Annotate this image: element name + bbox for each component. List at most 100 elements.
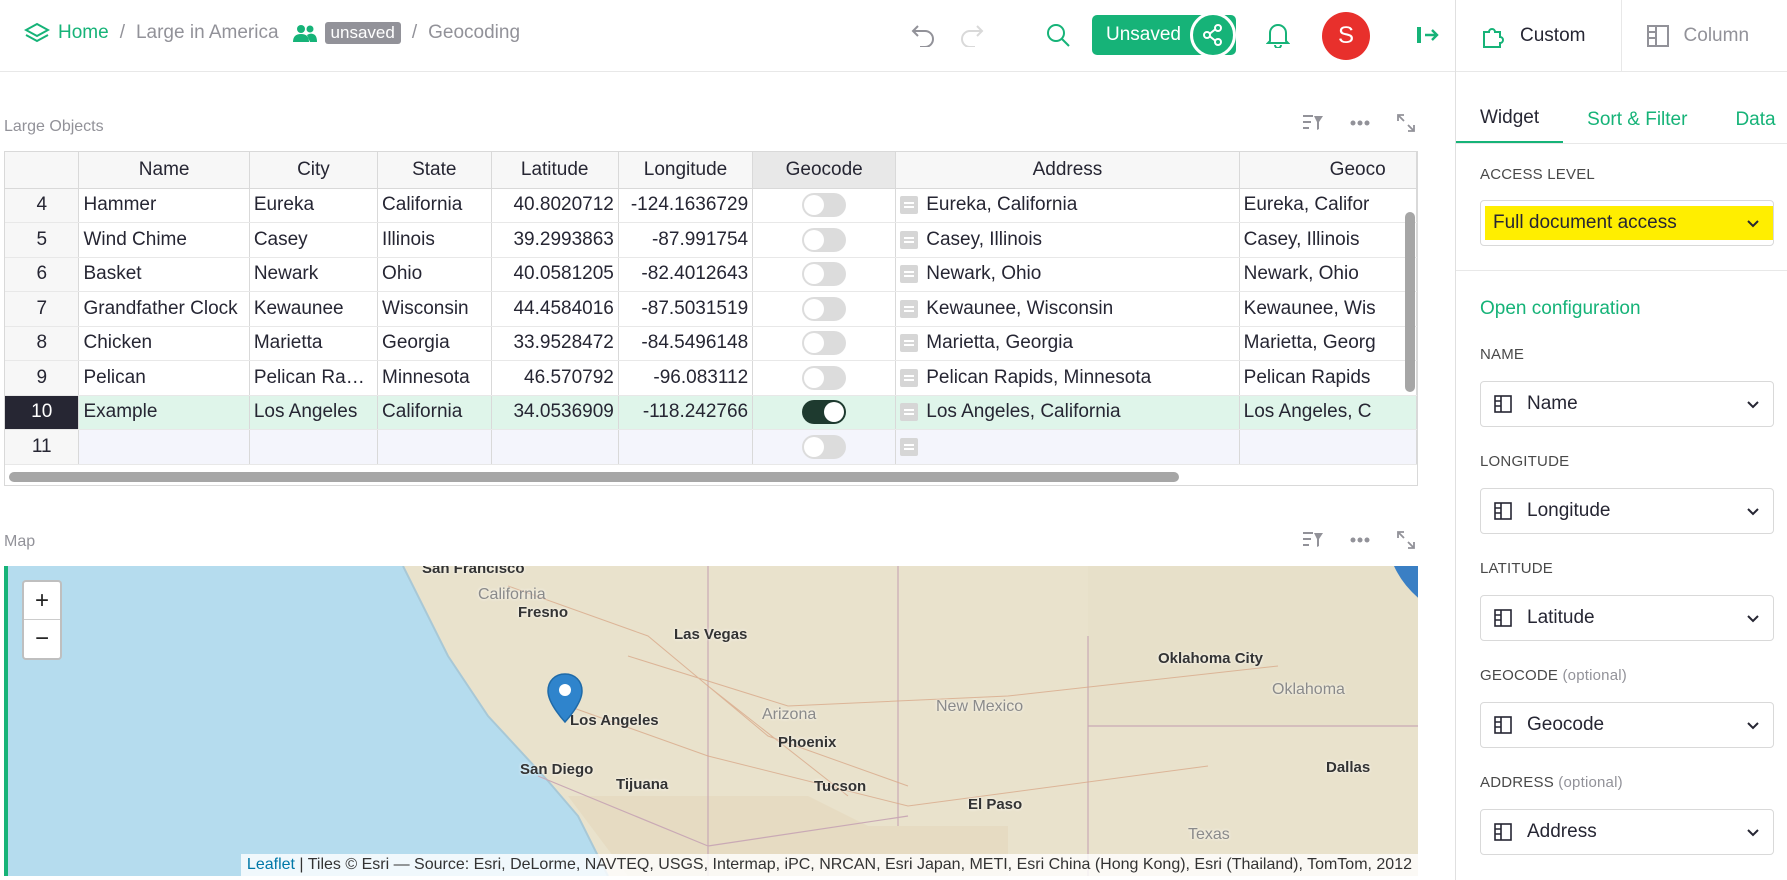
table-row[interactable]: 6 Basket Newark Ohio 40.0581205 -82.4012643 Ne… bbox=[5, 257, 1417, 292]
cell-state[interactable]: California bbox=[377, 395, 492, 430]
search-icon[interactable] bbox=[1043, 20, 1073, 50]
cell-longitude[interactable]: -87.991754 bbox=[618, 222, 754, 258]
cell-longitude[interactable]: -124.1636729 bbox=[618, 188, 754, 223]
table-row[interactable]: 7 Grandfather Clock Kewaunee Wisconsin 44.45… bbox=[5, 291, 1417, 327]
column-header[interactable]: City bbox=[249, 152, 379, 189]
cell-address[interactable]: Eureka, California bbox=[895, 188, 1240, 223]
cell-latitude[interactable]: 44.4584016 bbox=[491, 291, 619, 327]
cell-name[interactable]: Hammer bbox=[78, 188, 250, 223]
tab-custom[interactable]: Custom bbox=[1456, 0, 1622, 71]
cell-geocode[interactable] bbox=[752, 188, 897, 223]
subtab-data[interactable]: Data bbox=[1711, 109, 1787, 143]
cell-city[interactable]: Pelican Ra… bbox=[249, 360, 379, 396]
undo-icon[interactable] bbox=[908, 20, 938, 50]
cell-geocoded[interactable]: Casey, Illinois bbox=[1239, 222, 1417, 258]
sort-filter-icon[interactable] bbox=[1302, 530, 1324, 550]
breadcrumb-org[interactable]: Large in America bbox=[136, 22, 279, 44]
sort-filter-icon[interactable] bbox=[1302, 113, 1324, 133]
cell-latitude[interactable]: 34.0536909 bbox=[491, 395, 619, 430]
cell-latitude[interactable]: 40.0581205 bbox=[491, 257, 619, 292]
zoom-in-button[interactable]: + bbox=[24, 582, 60, 620]
column-header[interactable]: Address bbox=[895, 152, 1240, 189]
cell-city[interactable]: Los Angeles bbox=[249, 395, 379, 430]
avatar[interactable]: S bbox=[1322, 12, 1370, 60]
table-row[interactable]: 9 Pelican Pelican Ra… Minnesota 46.570792 -96… bbox=[5, 360, 1417, 396]
cell-name[interactable]: Pelican bbox=[78, 360, 250, 396]
cell-name[interactable] bbox=[78, 429, 250, 465]
expand-icon[interactable] bbox=[1396, 113, 1416, 133]
vertical-scrollbar[interactable] bbox=[1405, 212, 1415, 392]
cell-state[interactable]: Illinois bbox=[377, 222, 492, 258]
cell-address[interactable]: Kewaunee, Wisconsin bbox=[895, 291, 1240, 327]
cell-address[interactable]: Marietta, Georgia bbox=[895, 326, 1240, 361]
table-row[interactable]: 10 Example Los Angeles California 34.0536909… bbox=[5, 395, 1417, 430]
cell-name[interactable]: Chicken bbox=[78, 326, 250, 361]
cell-city[interactable]: Kewaunee bbox=[249, 291, 379, 327]
cell-address[interactable] bbox=[895, 429, 1240, 465]
cell-latitude[interactable] bbox=[491, 429, 619, 465]
cell-geocoded[interactable]: Eureka, Califor bbox=[1239, 188, 1417, 223]
cell-longitude[interactable]: -118.242766 bbox=[618, 395, 754, 430]
cell-geocoded[interactable]: Pelican Rapids bbox=[1239, 360, 1417, 396]
field-column-select[interactable]: Address bbox=[1480, 809, 1774, 855]
cell-geocoded[interactable]: Los Angeles, C bbox=[1239, 395, 1417, 430]
cell-longitude[interactable]: -96.083112 bbox=[618, 360, 754, 396]
geocode-toggle[interactable] bbox=[802, 296, 847, 321]
panel-toggle-icon[interactable] bbox=[1413, 20, 1443, 50]
row-number-header[interactable] bbox=[5, 152, 80, 189]
cell-city[interactable]: Newark bbox=[249, 257, 379, 292]
row-number[interactable]: 9 bbox=[5, 360, 80, 396]
cell-city[interactable] bbox=[249, 429, 379, 465]
row-number[interactable]: 8 bbox=[5, 326, 80, 361]
cell-latitude[interactable]: 40.8020712 bbox=[491, 188, 619, 223]
cell-name[interactable]: Grandfather Clock bbox=[78, 291, 250, 327]
cell-state[interactable]: Ohio bbox=[377, 257, 492, 292]
cell-city[interactable]: Marietta bbox=[249, 326, 379, 361]
cell-geocoded[interactable]: Marietta, Georg bbox=[1239, 326, 1417, 361]
cell-state[interactable]: Wisconsin bbox=[377, 291, 492, 327]
row-number[interactable]: 4 bbox=[5, 188, 80, 223]
cell-geocoded[interactable] bbox=[1239, 429, 1417, 465]
cell-geocode[interactable] bbox=[752, 429, 897, 465]
cell-longitude[interactable]: -87.5031519 bbox=[618, 291, 754, 327]
geocode-toggle[interactable] bbox=[802, 331, 847, 356]
cell-geocode[interactable] bbox=[752, 291, 897, 327]
geocode-toggle[interactable] bbox=[802, 262, 847, 287]
redo-icon[interactable] bbox=[957, 20, 987, 50]
field-column-select[interactable]: Longitude bbox=[1480, 488, 1774, 534]
cell-longitude[interactable]: -82.4012643 bbox=[618, 257, 754, 292]
cell-geocode[interactable] bbox=[752, 326, 897, 361]
field-column-select[interactable]: Name bbox=[1480, 381, 1774, 427]
table-row[interactable]: 5 Wind Chime Casey Illinois 39.2993863 -87.99… bbox=[5, 222, 1417, 258]
row-number[interactable]: 5 bbox=[5, 222, 80, 258]
row-number[interactable]: 7 bbox=[5, 291, 80, 327]
cell-geocode[interactable] bbox=[752, 360, 897, 396]
cell-longitude[interactable] bbox=[618, 429, 754, 465]
cell-latitude[interactable]: 33.9528472 bbox=[491, 326, 619, 361]
column-header[interactable]: Name bbox=[78, 152, 250, 189]
cell-name[interactable]: Basket bbox=[78, 257, 250, 292]
cell-latitude[interactable]: 46.570792 bbox=[491, 360, 619, 396]
cell-longitude[interactable]: -84.5496148 bbox=[618, 326, 754, 361]
share-icon[interactable] bbox=[1190, 12, 1236, 58]
cell-geocode[interactable] bbox=[752, 222, 897, 258]
cell-name[interactable]: Wind Chime bbox=[78, 222, 250, 258]
row-number[interactable]: 11 bbox=[5, 429, 80, 465]
column-header[interactable]: Geoco bbox=[1239, 152, 1417, 189]
cell-geocode[interactable] bbox=[752, 395, 897, 430]
geocode-toggle[interactable] bbox=[802, 227, 847, 252]
open-configuration-link[interactable]: Open configuration bbox=[1480, 298, 1641, 320]
tab-column[interactable]: Column bbox=[1622, 0, 1787, 71]
cell-geocoded[interactable]: Newark, Ohio bbox=[1239, 257, 1417, 292]
leaflet-link[interactable]: Leaflet bbox=[247, 856, 295, 873]
cell-address[interactable]: Newark, Ohio bbox=[895, 257, 1240, 292]
cell-name[interactable]: Example bbox=[78, 395, 250, 430]
docs-icon[interactable] bbox=[24, 22, 50, 44]
cell-geocoded[interactable]: Kewaunee, Wis bbox=[1239, 291, 1417, 327]
table-row[interactable]: 11 bbox=[5, 429, 1417, 465]
breadcrumb-page[interactable]: Geocoding bbox=[428, 22, 520, 44]
field-column-select[interactable]: Geocode bbox=[1480, 702, 1774, 748]
cell-address[interactable]: Los Angeles, California bbox=[895, 395, 1240, 430]
cell-address[interactable]: Casey, Illinois bbox=[895, 222, 1240, 258]
subtab-widget[interactable]: Widget bbox=[1456, 107, 1564, 143]
